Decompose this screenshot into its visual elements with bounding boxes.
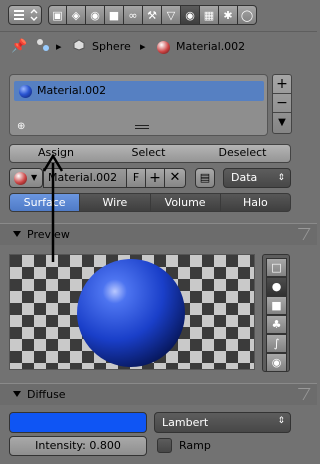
particles-icon[interactable]: ✱ [219, 5, 238, 25]
modifiers-icon[interactable]: ⚒ [143, 5, 162, 25]
list-resize-grip[interactable] [135, 125, 149, 126]
breadcrumb: 📌 ▸ Sphere ▸ Material.002 [0, 32, 317, 62]
editor-type-button[interactable] [8, 5, 42, 25]
material-slot-row[interactable]: Material.002 [14, 81, 264, 101]
object-small-icon [73, 39, 85, 54]
material-sphere-icon [19, 85, 32, 98]
breadcrumb-object: Sphere [92, 40, 131, 53]
preview-render [10, 255, 254, 369]
fake-user-button[interactable]: F [127, 168, 146, 188]
pin-icon[interactable]: 📌 [11, 39, 27, 54]
material-slot-list: Material.002 ⊕ [9, 74, 268, 136]
diffuse-panel-title: Diffuse [27, 388, 66, 401]
diffuse-color-swatch[interactable] [9, 412, 147, 433]
material-name-field[interactable]: Material.002 [43, 168, 127, 188]
drag-grip-icon[interactable] [291, 228, 311, 240]
hair-preview-icon[interactable]: ∫ [266, 334, 287, 353]
preview-panel-title: Preview [27, 228, 70, 241]
panel-collapse-icon [13, 391, 21, 397]
diffuse-shader-label: Lambert [162, 416, 209, 429]
ramp-checkbox[interactable] [157, 438, 172, 453]
preview-type-buttons: □ ● ■ ♣ ∫ ◉ [262, 254, 290, 372]
chevron-right-icon: ▸ [56, 40, 62, 53]
tab-volume[interactable]: Volume [150, 193, 221, 212]
editor-type-icon [14, 9, 38, 21]
properties-header: ▣ ◈ ◉ ■ ∞ ⚒ ▽ ◉ ▦ ✱ ◯ [0, 0, 317, 32]
material-small-icon [157, 41, 170, 54]
select-button[interactable]: Select [102, 144, 196, 163]
link-dropdown-label: Data [231, 171, 258, 184]
breadcrumb-material: Material.002 [176, 40, 246, 53]
link-dropdown[interactable]: Data ⇕ [223, 168, 291, 188]
data-icon[interactable]: ▽ [162, 5, 181, 25]
slot-side-buttons: + − ▼ [272, 74, 292, 134]
flat-preview-icon[interactable]: □ [266, 258, 287, 277]
material-preview [9, 254, 255, 370]
copy-settings-icon[interactable]: ▤ [195, 168, 215, 188]
add-slot-icon[interactable]: + [273, 75, 291, 94]
unlink-material-icon[interactable]: ✕ [165, 168, 186, 188]
drag-grip-icon[interactable] [291, 388, 311, 400]
dropdown-arrows-icon: ⇕ [277, 416, 285, 426]
dropdown-arrows-icon: ⇕ [277, 173, 285, 183]
sphere-preview-icon[interactable]: ● [266, 277, 287, 296]
material-browse-button[interactable]: ▼ [9, 168, 43, 188]
material-slot-label: Material.002 [37, 84, 107, 97]
cube-preview-icon[interactable]: ■ [266, 296, 287, 315]
context-tabs: ▣ ◈ ◉ ■ ∞ ⚒ ▽ ◉ ▦ ✱ ◯ [48, 5, 257, 25]
tab-wire[interactable]: Wire [80, 193, 151, 212]
intensity-slider[interactable]: Intensity: 0.800 [9, 436, 147, 456]
world-icon[interactable]: ◉ [86, 5, 105, 25]
list-resize-grip-line [135, 128, 149, 129]
material-type-tabs: Surface Wire Volume Halo [9, 193, 291, 212]
preview-sphere [77, 259, 185, 367]
scene-icon[interactable]: ◈ [67, 5, 86, 25]
physics-icon[interactable]: ◯ [238, 5, 257, 25]
diffuse-shader-dropdown[interactable]: Lambert ⇕ [154, 412, 291, 433]
diffuse-panel-header[interactable]: Diffuse [0, 383, 317, 405]
constraints-icon[interactable]: ∞ [124, 5, 143, 25]
slot-specials-icon[interactable]: ▼ [273, 113, 291, 133]
panel-collapse-icon [13, 231, 21, 237]
camera-icon[interactable]: ▣ [48, 5, 67, 25]
chevron-right-icon: ▸ [140, 40, 146, 53]
scene-node-icon [36, 38, 50, 55]
texture-icon[interactable]: ▦ [200, 5, 219, 25]
add-slot-small-icon[interactable]: ⊕ [17, 121, 25, 132]
material-browse-icon [14, 172, 27, 185]
tab-halo[interactable]: Halo [220, 193, 291, 212]
chevron-down-icon: ▼ [31, 173, 38, 182]
deselect-button[interactable]: Deselect [195, 144, 291, 163]
sky-preview-icon[interactable]: ◉ [266, 353, 287, 372]
new-material-icon[interactable]: + [146, 168, 165, 188]
object-icon[interactable]: ■ [105, 5, 124, 25]
monkey-preview-icon[interactable]: ♣ [266, 315, 287, 334]
material-icon[interactable]: ◉ [181, 5, 200, 25]
preview-panel-header[interactable]: Preview [0, 223, 317, 245]
assign-button[interactable]: Assign [9, 144, 103, 163]
ramp-label: Ramp [179, 439, 211, 452]
tab-surface[interactable]: Surface [9, 193, 81, 212]
remove-slot-icon[interactable]: − [273, 94, 291, 113]
